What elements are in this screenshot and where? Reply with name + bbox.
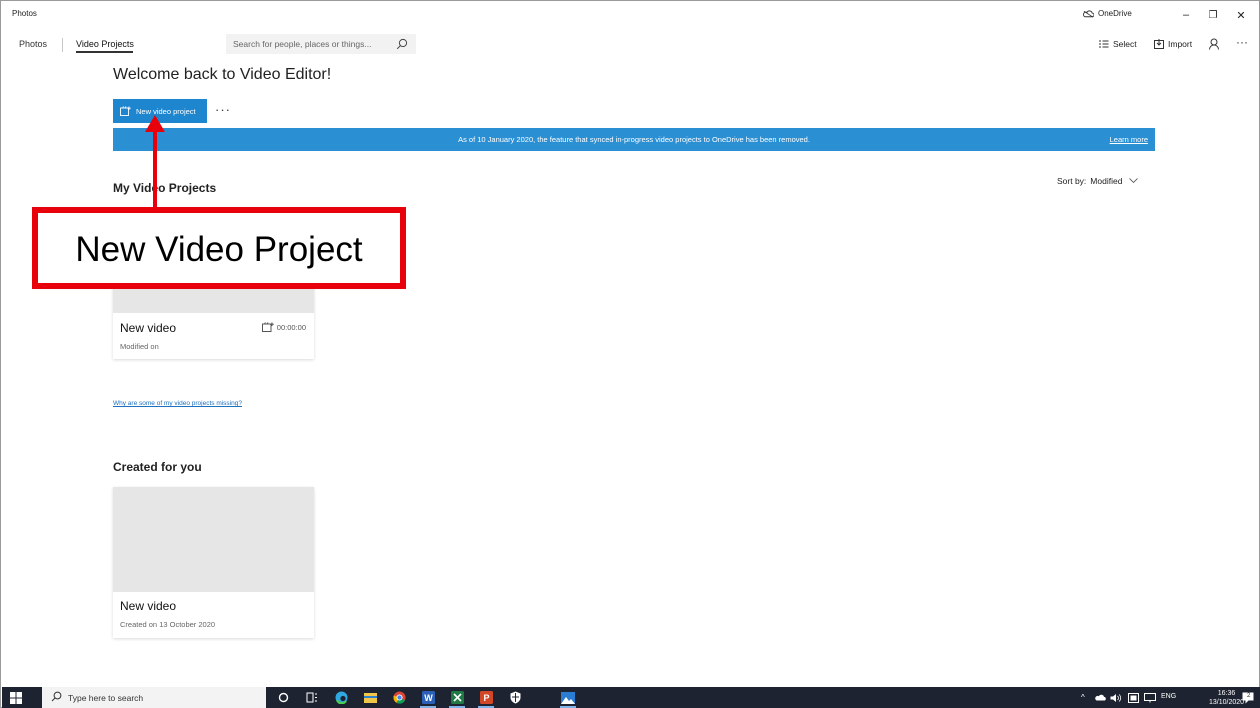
annotation-callout: New Video Project <box>32 207 406 289</box>
search-icon <box>51 691 62 702</box>
nav-divider <box>62 38 63 52</box>
onedrive-icon <box>1083 9 1094 18</box>
file-explorer-icon[interactable] <box>362 690 378 705</box>
notification-center-button[interactable]: 2 <box>1242 691 1254 704</box>
search-input[interactable]: Search for people, places or things... <box>233 39 371 49</box>
account-icon[interactable] <box>1209 38 1221 50</box>
nav-bar: Photos Video Projects Search for people,… <box>2 31 1260 57</box>
import-icon <box>1154 39 1164 49</box>
task-view-icon[interactable] <box>304 690 320 705</box>
created-for-you-heading: Created for you <box>113 460 202 474</box>
system-clock[interactable]: 16:36 13/10/2020 <box>1209 689 1244 707</box>
close-button[interactable]: ✕ <box>1234 8 1248 22</box>
cortana-icon[interactable] <box>275 690 291 705</box>
created-video-title: New video <box>120 599 177 613</box>
my-video-projects-heading: My Video Projects <box>113 181 217 195</box>
windows-start-icon[interactable] <box>10 692 22 704</box>
svg-text:W: W <box>424 693 433 703</box>
sort-label: Sort by: <box>1057 176 1087 186</box>
select-label: Select <box>1113 39 1137 49</box>
page-title: Welcome back to Video Editor! <box>113 66 332 83</box>
edge-icon[interactable] <box>333 690 349 705</box>
word-icon[interactable]: W <box>420 690 436 708</box>
info-banner: As of 10 January 2020, the feature that … <box>113 128 1155 151</box>
learn-more-link[interactable]: Learn more <box>1110 135 1148 144</box>
created-video-thumbnail <box>113 487 314 592</box>
excel-icon[interactable] <box>449 690 465 708</box>
new-video-project-button[interactable]: New video project <box>113 99 207 123</box>
taskbar-search-input[interactable]: Type here to search <box>68 693 143 703</box>
new-project-icon <box>120 106 131 116</box>
restore-button[interactable]: ❐ <box>1206 8 1220 22</box>
title-bar: Photos OneDrive – ❐ ✕ <box>2 2 1260 30</box>
banner-message: As of 10 January 2020, the feature that … <box>458 135 810 144</box>
sort-dropdown[interactable]: Sort by: Modified <box>1057 176 1139 186</box>
active-tab-indicator <box>76 51 133 53</box>
onedrive-status[interactable]: OneDrive <box>1083 9 1132 18</box>
minimize-button[interactable]: – <box>1179 8 1193 22</box>
import-label: Import <box>1168 39 1193 49</box>
network-icon[interactable] <box>1144 693 1156 703</box>
select-list-icon <box>1099 40 1109 48</box>
sort-value: Modified <box>1090 176 1123 186</box>
chrome-icon[interactable] <box>391 690 407 705</box>
new-video-project-label: New video project <box>136 106 196 116</box>
notification-count: 2 <box>1247 693 1251 699</box>
onedrive-label: OneDrive <box>1098 9 1132 18</box>
powerpoint-icon[interactable]: P <box>478 690 494 708</box>
app-title: Photos <box>12 9 37 18</box>
project-modified: Modified on <box>120 342 159 351</box>
clock-time: 16:36 <box>1217 690 1236 697</box>
project-duration-value: 00:00:00 <box>276 322 306 332</box>
svg-text:P: P <box>483 693 489 703</box>
clock-date: 13/10/2020 <box>1209 699 1245 706</box>
search-icon[interactable] <box>396 38 408 50</box>
onedrive-tray-icon[interactable] <box>1095 694 1106 701</box>
import-button[interactable]: Import <box>1154 39 1192 49</box>
language-indicator[interactable]: ENG <box>1161 693 1176 700</box>
taskbar: Type here to search W P ^ ENG 16:36 13/1… <box>2 687 1260 708</box>
annotation-label: New Video Project <box>75 230 363 269</box>
more-options-button[interactable]: ··· <box>1236 35 1248 49</box>
missing-projects-link[interactable]: Why are some of my video projects missin… <box>113 400 242 407</box>
app-window: Photos OneDrive – ❐ ✕ Photos Video Proje… <box>0 0 1260 708</box>
photos-icon[interactable] <box>560 690 576 708</box>
tab-video-projects[interactable]: Video Projects <box>76 39 134 49</box>
select-button[interactable]: Select <box>1099 39 1137 49</box>
security-icon[interactable] <box>507 690 523 705</box>
created-video-date: Created on 13 October 2020 <box>120 620 216 629</box>
chevron-up-icon[interactable]: ^ <box>1081 693 1085 702</box>
project-title: New video <box>120 321 177 335</box>
more-actions-button[interactable]: ··· <box>215 102 231 117</box>
volume-icon[interactable] <box>1110 693 1122 703</box>
chevron-down-icon <box>1129 178 1139 184</box>
tab-photos[interactable]: Photos <box>19 39 47 49</box>
taskbar-search[interactable]: Type here to search <box>42 687 266 708</box>
project-duration: 00:00:00 <box>261 322 306 332</box>
meet-now-icon[interactable] <box>1128 693 1139 703</box>
video-project-icon <box>261 322 274 332</box>
created-video-card[interactable]: New video Created on 13 October 2020 <box>113 487 314 638</box>
search-box[interactable]: Search for people, places or things... <box>226 34 416 54</box>
